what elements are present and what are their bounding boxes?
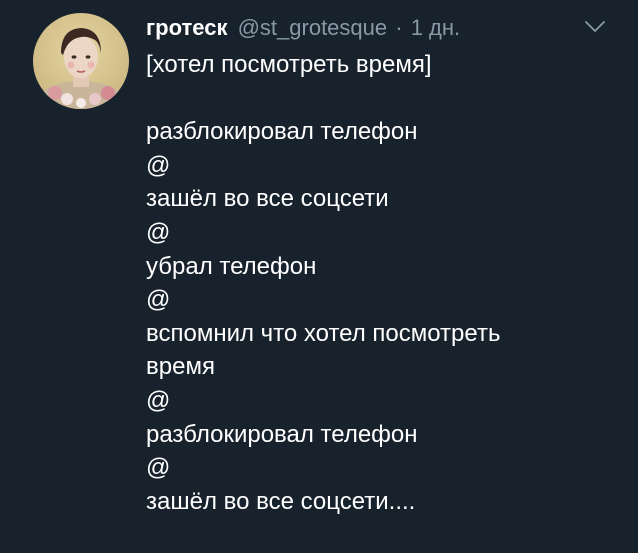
tweet-line: @ (146, 386, 171, 414)
tweet-line: вспомнил что хотел посмотреть (146, 319, 501, 347)
tweet-line: зашёл во все соцсети (146, 185, 389, 213)
chevron-down-icon[interactable] (584, 20, 606, 34)
tweet-line: @ (146, 218, 171, 246)
tweet-line: @ (146, 286, 171, 314)
tweet-line: разблокировал телефон (146, 420, 418, 448)
tweet-line: [хотел посмотреть время] (146, 51, 432, 78)
avatar[interactable] (33, 13, 129, 109)
tweet-line: время (146, 353, 215, 381)
tweet-line: зашёл во все соцсети.... (146, 487, 416, 515)
tweet-line: разблокировал телефон (146, 118, 418, 146)
timestamp[interactable]: 1 дн. (411, 15, 460, 40)
tweet-line: убрал телефон (146, 252, 317, 280)
tweet-text: [хотел посмотреть время] разблокировал т… (146, 48, 626, 518)
tweet-line: @ (146, 454, 171, 482)
tweet-header: гротеск @st_grotesque · 1 дн. (146, 13, 460, 43)
tweet-line: @ (146, 151, 171, 179)
tweet-line (146, 82, 626, 116)
tweet: гротеск @st_grotesque · 1 дн. [хотел пос… (0, 0, 638, 553)
handle[interactable]: @st_grotesque (238, 15, 388, 40)
separator: · (395, 15, 403, 40)
display-name[interactable]: гротеск (146, 15, 227, 40)
